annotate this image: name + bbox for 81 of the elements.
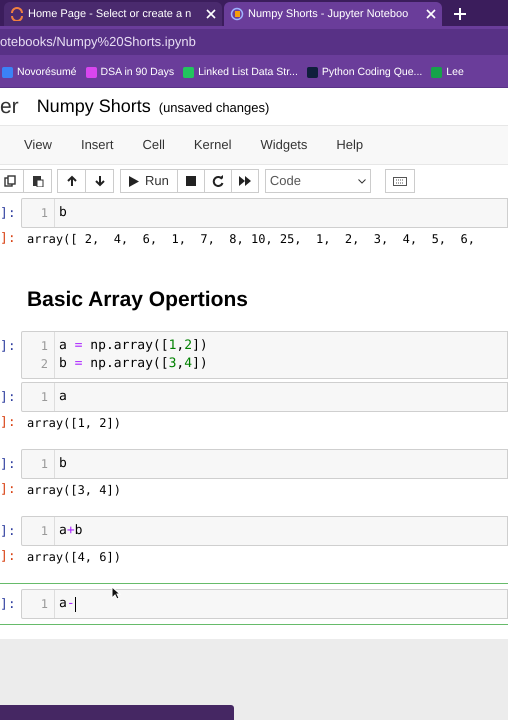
code-input[interactable]: 1 2 a = np.array([1,2]) b = np.array([3,4]): [21, 331, 508, 379]
run-all-button[interactable]: [230, 169, 259, 193]
copy-button[interactable]: [0, 169, 24, 193]
paste-button[interactable]: [23, 169, 52, 193]
input-prompt: ]:: [0, 596, 17, 614]
input-prompt: ]:: [0, 456, 17, 474]
line-number: 1: [40, 389, 48, 406]
line-number: 1: [40, 596, 48, 613]
markdown-heading: Basic Array Opertions: [26, 287, 249, 313]
stop-icon: [186, 176, 196, 186]
save-status: (unsaved changes): [158, 98, 270, 117]
code-line: b: [59, 204, 68, 222]
bookmark[interactable]: Python Coding Que...: [306, 64, 422, 80]
close-icon[interactable]: [206, 9, 216, 19]
output-prompt: ]:: [0, 548, 17, 566]
stop-button[interactable]: [176, 169, 205, 193]
chevron-down-icon: [358, 178, 366, 184]
move-up-button[interactable]: [57, 169, 86, 193]
address-bar[interactable]: otebooks/Numpy%20Shorts.ipynb: [0, 29, 508, 55]
output-prompt: ]:: [0, 230, 17, 248]
tab-title: Numpy Shorts - Jupyter Noteboo: [248, 6, 410, 22]
copy-icon: [4, 175, 16, 187]
code-input[interactable]: 1 b: [21, 198, 508, 228]
restart-button[interactable]: [204, 169, 232, 193]
arc-logo-icon: [10, 7, 24, 21]
line-number: 1: [40, 205, 48, 222]
close-icon[interactable]: [426, 9, 436, 19]
browser-tab[interactable]: Numpy Shorts - Jupyter Noteboo: [224, 2, 442, 26]
input-prompt: ]:: [0, 205, 17, 223]
line-number: 1: [40, 338, 48, 355]
cell-output: array([ 2, 4, 6, 1, 7, 8, 10, 25, 1, 2, 3, 4, 5, 6,: [27, 231, 475, 248]
notebook-title[interactable]: Numpy Shorts: [36, 93, 151, 120]
bookmark[interactable]: Lee: [431, 64, 464, 80]
bookmark[interactable]: Novorésumé: [2, 64, 77, 80]
code-line: a+b: [59, 522, 84, 540]
tab-title: Home Page - Select or create a n: [28, 6, 192, 22]
output-prompt: ]:: [0, 481, 17, 500]
paste-icon: [32, 175, 44, 187]
mouse-pointer-icon: [111, 586, 121, 600]
new-tab-icon[interactable]: [454, 8, 466, 20]
cell-output: array([3, 4]): [27, 482, 121, 499]
line-number: 1: [40, 456, 48, 473]
code-line: b: [59, 455, 68, 473]
code-input[interactable]: 1 b: [21, 449, 508, 479]
cell-output: array([4, 6]): [27, 549, 121, 566]
move-down-button[interactable]: [85, 169, 114, 193]
browser-tab[interactable]: Home Page - Select or create a n: [4, 2, 222, 26]
input-prompt: ]:: [0, 523, 17, 541]
menu-item[interactable]: View: [24, 135, 52, 155]
code-input[interactable]: 1 a-: [21, 589, 508, 619]
menu-item[interactable]: Insert: [80, 135, 114, 155]
output-prompt: ]:: [0, 414, 17, 432]
menu-item[interactable]: Help: [336, 135, 364, 155]
line-number: 2: [40, 356, 48, 373]
code-line: a = np.array([1,2]): [59, 337, 209, 355]
menu-item[interactable]: Widgets: [260, 135, 308, 155]
code-line: b = np.array([3,4]): [59, 355, 209, 373]
cell-type-dropdown[interactable]: Code: [264, 169, 371, 193]
bookmark[interactable]: DSA in 90 Days: [86, 64, 174, 80]
code-input[interactable]: 1 a+b: [21, 516, 508, 546]
code-line: a-: [59, 595, 77, 613]
keyboard-button[interactable]: [384, 169, 415, 193]
cell-output: array([1, 2]): [27, 415, 121, 432]
line-number: 1: [40, 523, 48, 540]
code-input[interactable]: 1 a: [21, 382, 508, 412]
run-button[interactable]: Run: [120, 169, 178, 193]
menu-item[interactable]: Kernel: [194, 135, 232, 155]
input-prompt: ]:: [0, 389, 17, 407]
keyboard-icon: [392, 176, 407, 186]
code-line: a: [59, 388, 68, 406]
restart-icon: [212, 175, 224, 187]
notebook-logo-icon: [230, 7, 244, 21]
up-arrow-icon: [66, 175, 78, 187]
logo-text: er: [0, 94, 19, 120]
input-prompt: ]:: [0, 338, 17, 356]
fast-forward-icon: [238, 176, 251, 186]
selected-cell-frame[interactable]: ]: 1 a-: [0, 583, 508, 625]
bookmark[interactable]: Linked List Data Str...: [183, 64, 298, 80]
menu-item[interactable]: Cell: [142, 135, 165, 155]
down-arrow-icon: [94, 175, 106, 187]
play-icon: [129, 176, 139, 186]
